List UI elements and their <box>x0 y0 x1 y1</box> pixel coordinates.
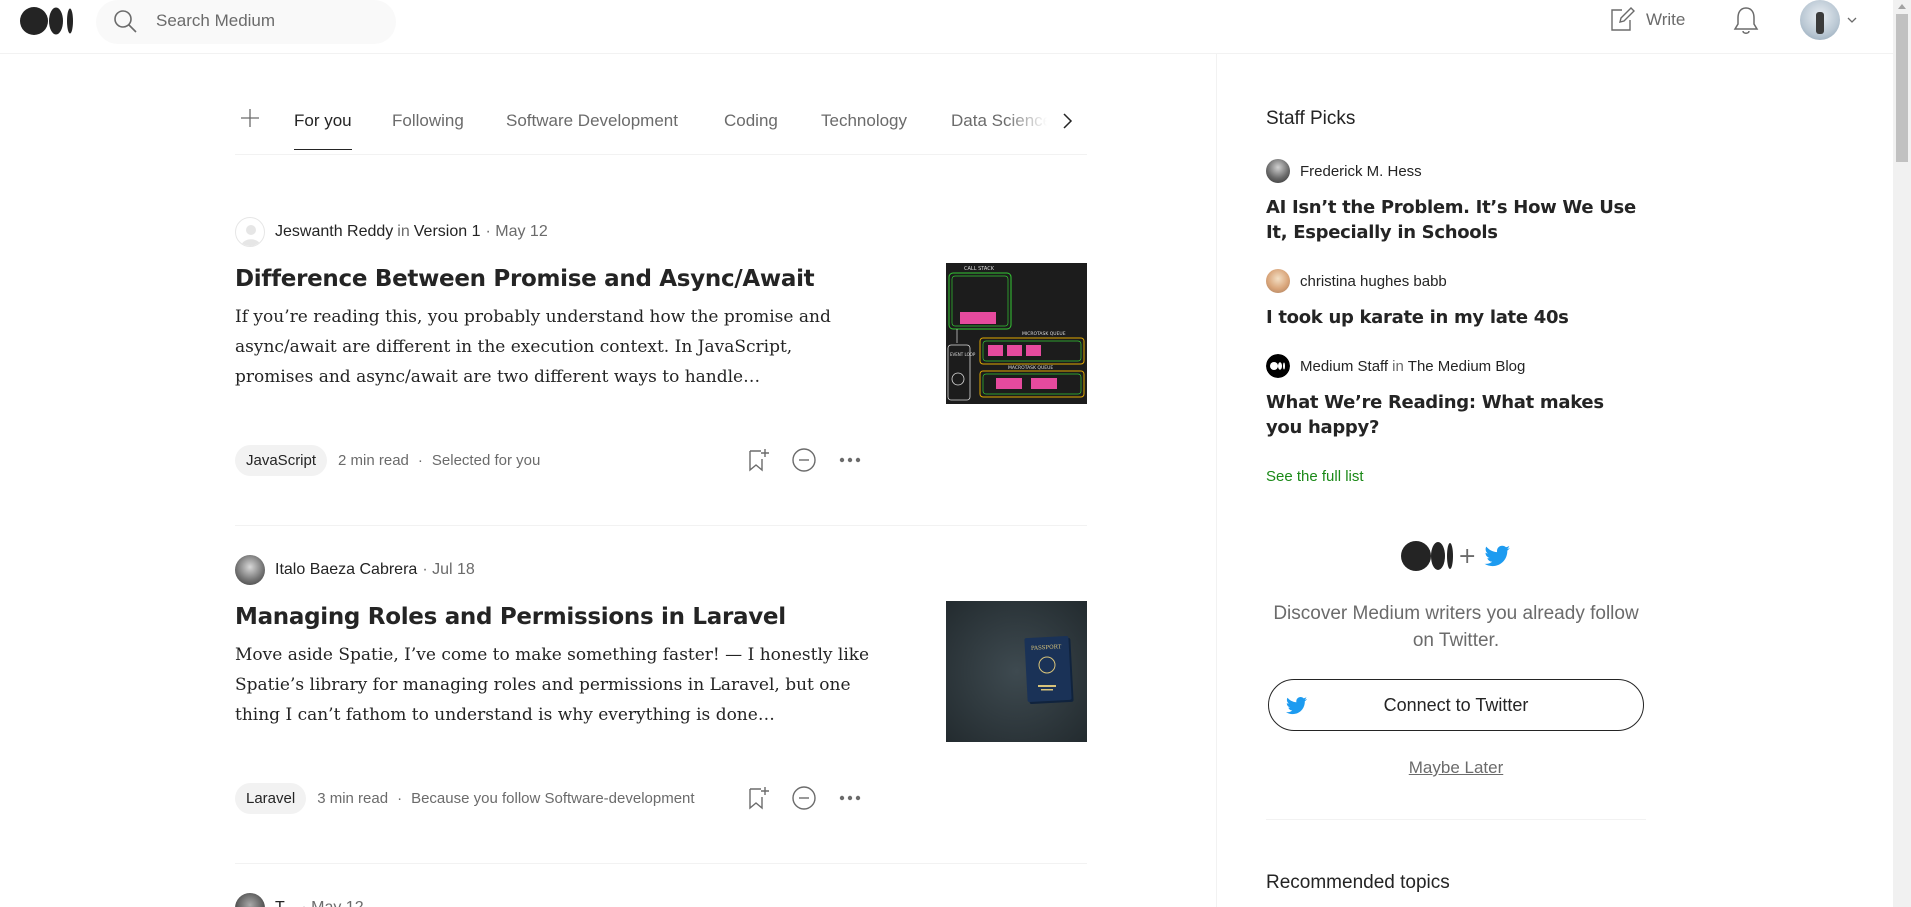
bookmark-add-icon[interactable] <box>745 785 771 811</box>
article-thumbnail[interactable]: PASSPORT <box>946 601 1087 742</box>
pick-author: Medium Staff in The Medium Blog <box>1266 353 1525 379</box>
pick-author: christina hughes babb <box>1266 268 1447 294</box>
pick-title[interactable]: AI Isn’t the Problem. It’s How We Use It… <box>1266 195 1636 245</box>
article-actions <box>745 444 863 476</box>
user-avatar <box>1800 0 1840 40</box>
see-full-list-link[interactable]: See the full list <box>1266 468 1364 485</box>
publish-date: · May 12 <box>485 223 548 240</box>
author-name[interactable]: Medium Staff <box>1300 358 1388 375</box>
separator-dot: · <box>417 451 423 469</box>
topic-tag[interactable]: JavaScript <box>235 444 328 476</box>
search-box[interactable] <box>96 0 396 44</box>
tab-for-you[interactable]: For you <box>294 111 352 150</box>
tab-technology[interactable]: Technology <box>821 111 907 131</box>
medium-plus-twitter-icon: + <box>1401 541 1510 571</box>
notifications-bell-icon[interactable] <box>1731 4 1761 36</box>
connect-twitter-label: Connect to Twitter <box>1383 694 1529 715</box>
article-meta: Italo Baeza Cabrera · Jul 18 <box>235 555 475 585</box>
thumb-microtask-label: MICROTASK QUEUE <box>1022 331 1066 337</box>
publication-name[interactable]: Version 1 <box>414 223 481 241</box>
author-avatar[interactable] <box>235 217 265 247</box>
article-excerpt[interactable]: Move aside Spatie, I’ve come to make som… <box>235 640 875 730</box>
article-meta: T... · May 12 <box>235 893 364 907</box>
article-excerpt[interactable]: If you’re reading this, you probably und… <box>235 302 875 392</box>
show-less-icon[interactable] <box>791 447 817 473</box>
recommended-topics-heading: Recommended topics <box>1266 872 1450 893</box>
add-topic-plus-icon[interactable] <box>239 107 261 129</box>
chevron-right-icon[interactable] <box>1055 109 1079 133</box>
author-name[interactable]: Jeswanth Reddy <box>275 223 393 241</box>
author-avatar[interactable] <box>1266 269 1290 293</box>
author-name[interactable]: christina hughes babb <box>1300 273 1447 290</box>
default-avatar-icon <box>241 225 261 246</box>
top-header: Write <box>0 0 1911 54</box>
article-thumbnail[interactable]: CALL STACK MICROTASK QUEUE MACROTASK QUE… <box>946 263 1087 404</box>
scroll-up-arrow-icon[interactable] <box>1898 4 1906 9</box>
read-time: 2 min read <box>338 451 409 469</box>
author-name[interactable]: Italo Baeza Cabrera <box>275 561 417 579</box>
show-less-icon[interactable] <box>791 785 817 811</box>
sidebar-divider <box>1266 819 1646 820</box>
bookmark-add-icon[interactable] <box>745 447 771 473</box>
article-divider <box>235 863 1087 864</box>
author-avatar[interactable] <box>235 893 265 907</box>
article-title[interactable]: Managing Roles and Permissions in Larave… <box>235 604 786 630</box>
pick-title[interactable]: I took up karate in my late 40s <box>1266 305 1636 330</box>
write-button[interactable]: Write <box>1608 4 1685 36</box>
tab-following[interactable]: Following <box>392 111 464 131</box>
maybe-later-link[interactable]: Maybe Later <box>1266 758 1646 778</box>
tab-software-development[interactable]: Software Development <box>506 111 678 131</box>
write-label: Write <box>1646 10 1686 29</box>
pick-author: Frederick M. Hess <box>1266 158 1422 184</box>
author-name[interactable]: Frederick M. Hess <box>1300 163 1422 180</box>
medium-logo-icon[interactable] <box>1266 354 1290 378</box>
publication-name[interactable]: The Medium Blog <box>1408 358 1526 375</box>
pick-title[interactable]: What We’re Reading: What makes you happy… <box>1266 390 1636 440</box>
author-avatar[interactable] <box>235 555 265 585</box>
search-icon <box>114 10 137 33</box>
article-footer: Laravel 3 min read · Because you follow … <box>235 782 875 814</box>
tab-coding[interactable]: Coding <box>724 111 778 131</box>
chevron-down-icon <box>1847 17 1857 23</box>
more-options-icon[interactable] <box>837 785 863 811</box>
publish-date: · Jul 18 <box>422 561 475 578</box>
article-meta: Jeswanth Reddy in Version 1 · May 12 <box>235 217 548 247</box>
article-actions <box>745 782 863 814</box>
user-menu[interactable] <box>1800 0 1860 40</box>
author-name[interactable]: T... <box>275 899 296 907</box>
discover-twitter-text: Discover Medium writers you already foll… <box>1273 603 1639 651</box>
topic-tag[interactable]: Laravel <box>235 782 307 814</box>
thumb-macrotask-label: MACROTASK QUEUE <box>1008 365 1053 371</box>
feed-tabs: For you Following Software Development C… <box>235 95 1087 155</box>
article-card[interactable]: T... · May 12 <box>235 893 1087 907</box>
article-divider <box>235 525 1087 526</box>
author-avatar[interactable] <box>1266 159 1290 183</box>
article-title[interactable]: Difference Between Promise and Async/Awa… <box>235 266 815 292</box>
page-scrollbar[interactable] <box>1893 0 1911 907</box>
in-label: in <box>397 223 410 240</box>
thumb-event-loop-label: EVENT LOOP <box>950 352 976 357</box>
read-time: 3 min read <box>317 789 389 807</box>
article-card[interactable]: Jeswanth Reddy in Version 1 · May 12 Dif… <box>235 217 1087 527</box>
publish-date: · May 12 <box>301 899 363 907</box>
twitter-bird-icon <box>1286 697 1307 715</box>
article-card[interactable]: Italo Baeza Cabrera · Jul 18 Managing Ro… <box>235 555 1087 865</box>
article-footer: JavaScript 2 min read · Selected for you <box>235 444 875 476</box>
staff-picks-heading: Staff Picks <box>1266 108 1356 129</box>
scrollbar-thumb[interactable] <box>1896 14 1908 162</box>
write-icon <box>1611 7 1635 31</box>
in-label: in <box>1392 357 1404 375</box>
recommendation-reason: Selected for you <box>431 451 541 469</box>
medium-logo-icon[interactable] <box>20 6 76 36</box>
recommendation-reason: Because you follow Software-development <box>411 789 695 807</box>
thumb-call-stack-label: CALL STACK <box>964 266 995 272</box>
plus-sign: + <box>1458 544 1476 569</box>
more-options-icon[interactable] <box>837 447 863 473</box>
column-divider <box>1216 54 1217 907</box>
connect-twitter-button[interactable]: Connect to Twitter <box>1268 679 1644 731</box>
search-input[interactable] <box>156 10 376 32</box>
separator-dot: · <box>397 789 403 807</box>
